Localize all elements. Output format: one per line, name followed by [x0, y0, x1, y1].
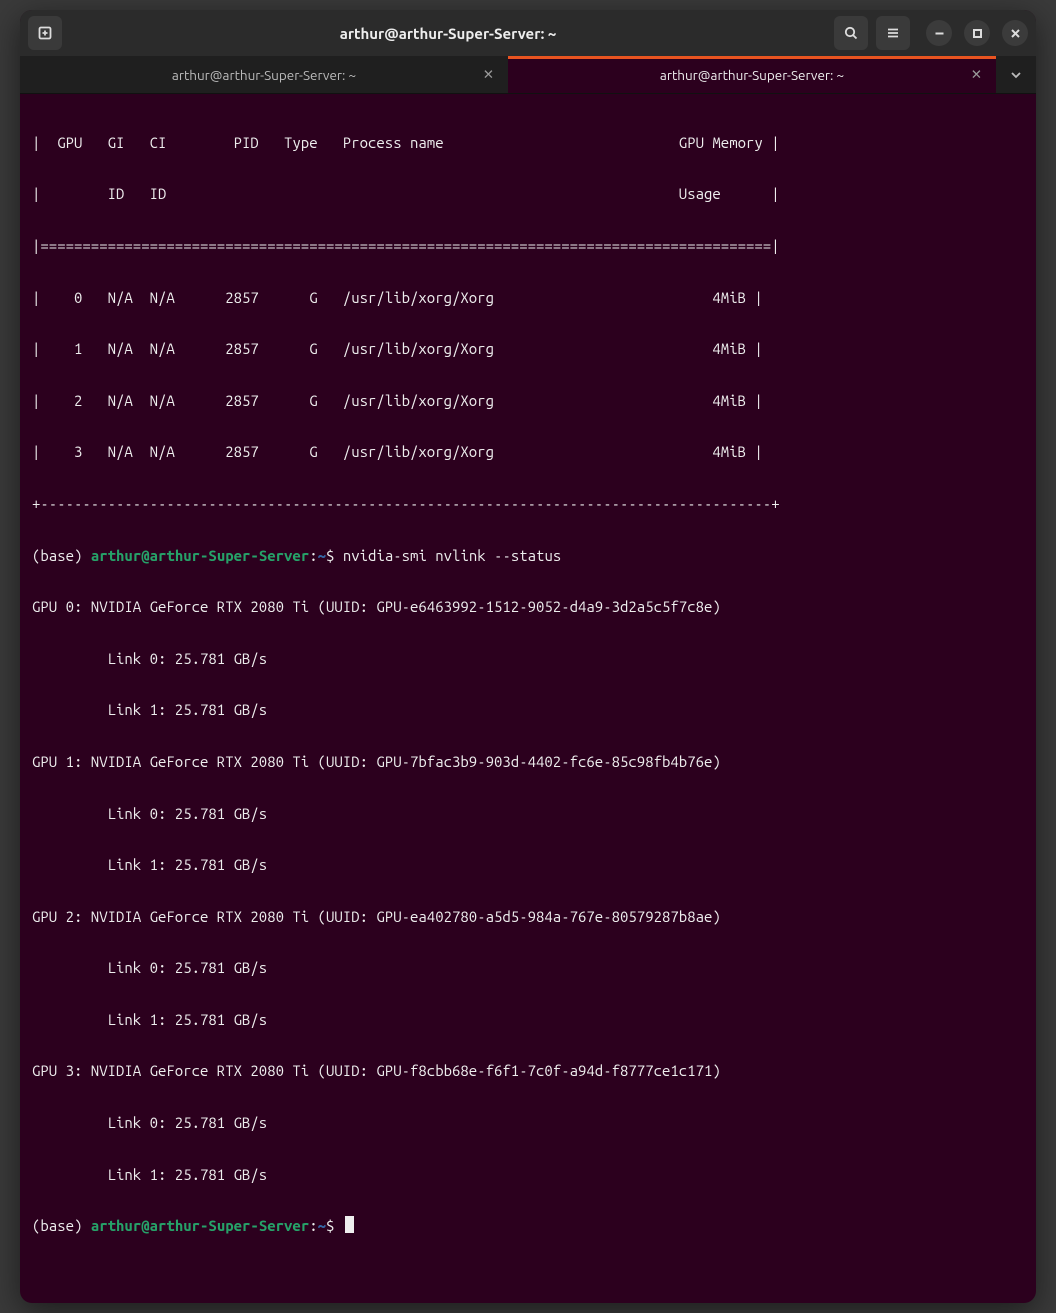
cursor: [345, 1216, 354, 1233]
gpu3-link0: Link 0: 25.781 GB/s: [32, 1110, 1024, 1136]
conda-env: (base): [32, 1217, 91, 1234]
window-controls: [926, 20, 1028, 46]
proc-separator: |=======================================…: [32, 233, 1024, 259]
tab-dropdown-button[interactable]: [996, 56, 1036, 93]
gpu3-link1: Link 1: 25.781 GB/s: [32, 1162, 1024, 1188]
gpu0-link1: Link 1: 25.781 GB/s: [32, 697, 1024, 723]
gpu0-link0: Link 0: 25.781 GB/s: [32, 646, 1024, 672]
proc-row: | 1 N/A N/A 2857 G /usr/lib/xorg/Xorg 4M…: [32, 336, 1024, 362]
gpu1-link1: Link 1: 25.781 GB/s: [32, 852, 1024, 878]
dollar: $: [326, 547, 343, 564]
tab-close-icon[interactable]: ✕: [971, 66, 982, 83]
user-host: arthur@arthur-Super-Server: [91, 1217, 309, 1234]
gpu3-head: GPU 3: NVIDIA GeForce RTX 2080 Ti (UUID:…: [32, 1058, 1024, 1084]
search-button[interactable]: [834, 16, 868, 50]
gpu0-head: GPU 0: NVIDIA GeForce RTX 2080 Ti (UUID:…: [32, 594, 1024, 620]
proc-header-1: | GPU GI CI PID Type Process name GPU Me…: [32, 130, 1024, 156]
tab-1[interactable]: arthur@arthur-Super-Server: ~ ✕: [508, 56, 996, 93]
tab-bar: arthur@arthur-Super-Server: ~ ✕ arthur@a…: [20, 56, 1036, 94]
window-title: arthur@arthur-Super-Server: ~: [70, 25, 826, 42]
hamburger-menu-button[interactable]: [876, 16, 910, 50]
terminal-output[interactable]: | GPU GI CI PID Type Process name GPU Me…: [20, 94, 1036, 1303]
new-tab-button[interactable]: [28, 16, 62, 50]
conda-env: (base): [32, 547, 91, 564]
terminal-window: arthur@arthur-Super-Server: ~ arthur@art…: [20, 10, 1036, 1303]
gpu1-link0: Link 0: 25.781 GB/s: [32, 801, 1024, 827]
tab-label: arthur@arthur-Super-Server: ~: [172, 67, 356, 83]
prompt-line-final: (base) arthur@arthur-Super-Server:~$: [32, 1213, 1024, 1239]
cwd: ~: [318, 1217, 326, 1234]
gpu2-head: GPU 2: NVIDIA GeForce RTX 2080 Ti (UUID:…: [32, 904, 1024, 930]
titlebar: arthur@arthur-Super-Server: ~: [20, 10, 1036, 56]
command: nvidia-smi nvlink --status: [343, 547, 561, 564]
tab-label: arthur@arthur-Super-Server: ~: [660, 67, 844, 83]
proc-row: | 0 N/A N/A 2857 G /usr/lib/xorg/Xorg 4M…: [32, 285, 1024, 311]
colon: :: [309, 547, 317, 564]
gpu2-link0: Link 0: 25.781 GB/s: [32, 955, 1024, 981]
proc-header-2: | ID ID Usage |: [32, 181, 1024, 207]
gpu2-link1: Link 1: 25.781 GB/s: [32, 1007, 1024, 1033]
proc-row: | 3 N/A N/A 2857 G /usr/lib/xorg/Xorg 4M…: [32, 439, 1024, 465]
proc-row: | 2 N/A N/A 2857 G /usr/lib/xorg/Xorg 4M…: [32, 388, 1024, 414]
cwd: ~: [318, 547, 326, 564]
tab-0[interactable]: arthur@arthur-Super-Server: ~ ✕: [20, 56, 508, 93]
colon: :: [309, 1217, 317, 1234]
proc-footer: +---------------------------------------…: [32, 491, 1024, 517]
dollar: $: [326, 1217, 343, 1234]
maximize-button[interactable]: [964, 20, 990, 46]
gpu1-head: GPU 1: NVIDIA GeForce RTX 2080 Ti (UUID:…: [32, 749, 1024, 775]
minimize-button[interactable]: [926, 20, 952, 46]
close-button[interactable]: [1002, 20, 1028, 46]
tab-close-icon[interactable]: ✕: [483, 66, 494, 83]
user-host: arthur@arthur-Super-Server: [91, 547, 309, 564]
prompt-line: (base) arthur@arthur-Super-Server:~$ nvi…: [32, 543, 1024, 569]
